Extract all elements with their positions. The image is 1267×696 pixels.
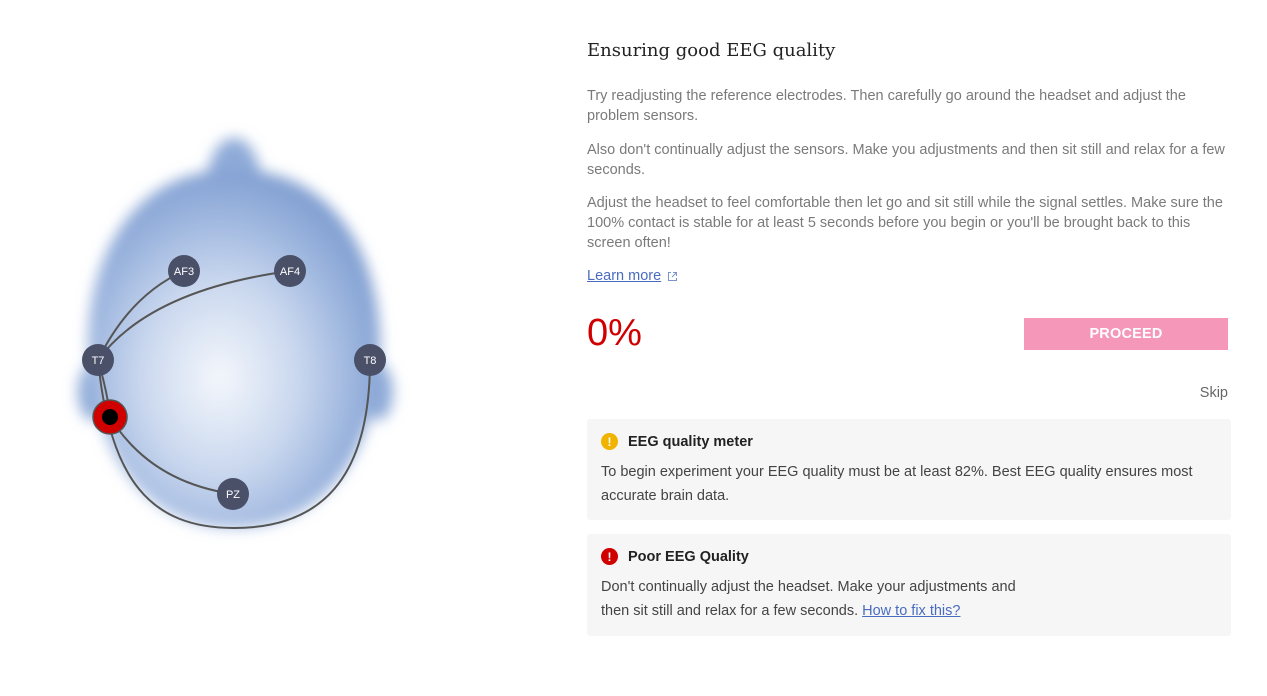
learn-more-link[interactable]: Learn more bbox=[587, 268, 678, 284]
card-header: ! EEG quality meter bbox=[601, 433, 1217, 450]
electrode-label-t8: T8 bbox=[364, 355, 377, 367]
electrode-t7[interactable]: T7 bbox=[82, 344, 114, 376]
electrode-label-pz: PZ bbox=[226, 489, 240, 501]
proceed-button[interactable]: PROCEED bbox=[1024, 318, 1228, 350]
instruction-paragraph: Try readjusting the reference electrodes… bbox=[587, 88, 1186, 124]
eeg-quality-meter-card: ! EEG quality meter To begin experiment … bbox=[587, 419, 1231, 520]
electrode-pz[interactable]: PZ bbox=[217, 478, 249, 510]
card-title: EEG quality meter bbox=[628, 433, 753, 450]
learn-more-label: Learn more bbox=[587, 268, 662, 284]
electrode-label-t7: T7 bbox=[92, 355, 105, 367]
instruction-paragraph: Also don't continually adjust the sensor… bbox=[587, 142, 1225, 178]
card-text-line: then sit still and relax for a few secon… bbox=[601, 603, 859, 619]
error-icon: ! bbox=[601, 548, 618, 565]
head-svg: AF3 AF4 T7 T8 PZ bbox=[78, 138, 393, 530]
electrode-reference-bad[interactable] bbox=[92, 399, 128, 435]
electrode-af3[interactable]: AF3 bbox=[168, 255, 200, 287]
card-text-line: Don't continually adjust the headset. Ma… bbox=[601, 579, 1016, 595]
electrode-label-af4: AF4 bbox=[280, 266, 300, 278]
instruction-paragraph: Adjust the headset to feel comfortable t… bbox=[587, 195, 1223, 251]
electrode-t8[interactable]: T8 bbox=[354, 344, 386, 376]
how-to-fix-link[interactable]: How to fix this? bbox=[862, 603, 960, 619]
warning-icon: ! bbox=[601, 433, 618, 450]
external-link-icon bbox=[668, 271, 678, 281]
card-text: To begin experiment your EEG quality mus… bbox=[601, 464, 1193, 504]
poor-eeg-quality-card: ! Poor EEG Quality Don't continually adj… bbox=[587, 534, 1231, 636]
headset-diagram: AF3 AF4 T7 T8 PZ bbox=[0, 0, 540, 696]
card-text: Don't continually adjust the headset. Ma… bbox=[601, 575, 1217, 623]
electrode-label-af3: AF3 bbox=[174, 266, 194, 278]
card-title: Poor EEG Quality bbox=[628, 548, 749, 565]
eeg-quality-percent: 0% bbox=[587, 312, 642, 354]
electrode-af4[interactable]: AF4 bbox=[274, 255, 306, 287]
skip-link[interactable]: Skip bbox=[1200, 385, 1228, 401]
card-header: ! Poor EEG Quality bbox=[601, 548, 1217, 565]
page-title: Ensuring good EEG quality bbox=[587, 40, 836, 61]
